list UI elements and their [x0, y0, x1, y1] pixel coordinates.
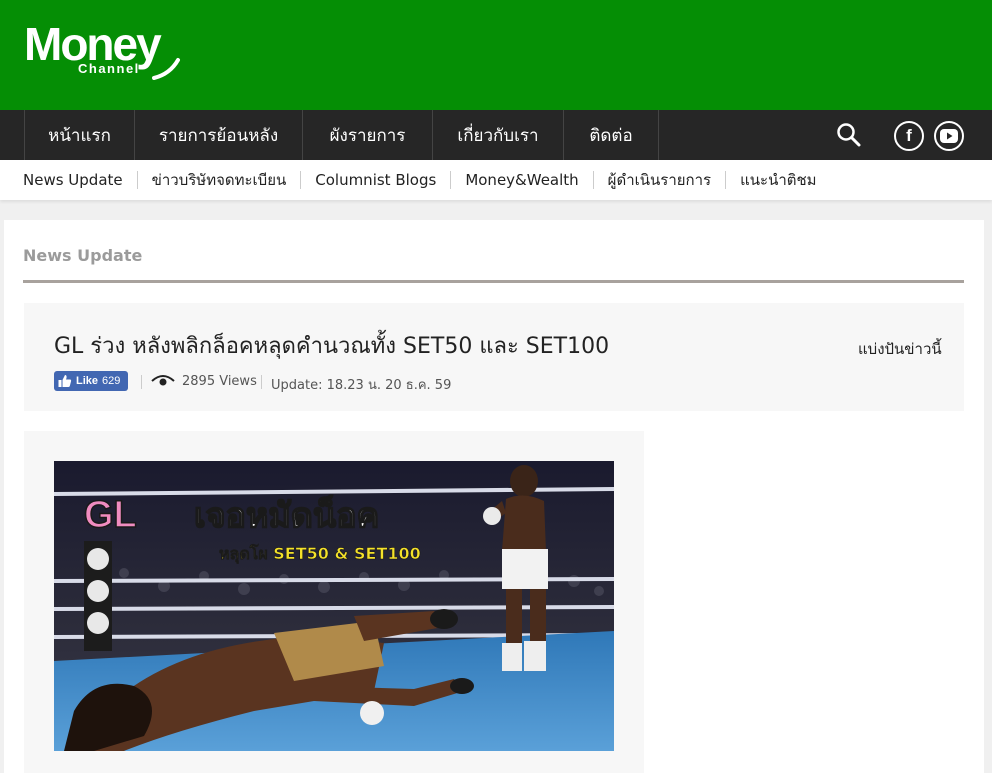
meta-separator	[141, 375, 142, 389]
meta-separator	[261, 375, 262, 389]
subnav-item-columnist-blogs[interactable]: Columnist Blogs	[300, 171, 450, 189]
site-logo[interactable]: Money Channel	[24, 20, 184, 82]
thumbs-up-icon	[58, 375, 72, 387]
subnav-item-hosts[interactable]: ผู้ดำเนินรายการ	[592, 171, 725, 189]
main-nav-items: หน้าแรก รายการย้อนหลัง ผังรายการ เกี่ยวก…	[24, 110, 659, 160]
subnav-item-listed-company-news[interactable]: ข่าวบริษัทจดทะเบียน	[136, 171, 301, 189]
article-image[interactable]: GL เจอหมัดน็อค หลุดโผ SET50 & SET100	[54, 461, 614, 751]
image-headline-pink: GL	[84, 494, 137, 536]
section-divider	[23, 280, 964, 283]
youtube-play-icon	[940, 129, 958, 143]
article-title: GL ร่วง หลังพลิกล็อคหลุดคำนวณทั้ง SET50 …	[54, 334, 610, 359]
image-headline-white: เจอหมัดน็อค	[194, 494, 379, 536]
eye-icon	[151, 375, 175, 386]
view-count: 2895 Views	[182, 374, 257, 389]
sub-nav: News Update ข่าวบริษัทจดทะเบียน Columnis…	[0, 160, 992, 200]
nav-item-about[interactable]: เกี่ยวกับเรา	[433, 110, 564, 160]
share-button[interactable]: แบ่งปันข่าวนี้	[858, 337, 942, 361]
facebook-icon[interactable]: f	[894, 121, 924, 151]
search-icon[interactable]	[836, 122, 862, 148]
image-subheadline: หลุดโผ SET50 & SET100	[219, 543, 421, 564]
like-count: 629	[102, 375, 121, 387]
nav-item-past-programs[interactable]: รายการย้อนหลัง	[135, 110, 303, 160]
nav-item-home[interactable]: หน้าแรก	[25, 110, 135, 160]
nav-item-contact[interactable]: ติดต่อ	[564, 110, 659, 160]
sub-nav-items: News Update ข่าวบริษัทจดทะเบียน Columnis…	[23, 160, 831, 200]
nav-item-schedule[interactable]: ผังรายการ	[303, 110, 433, 160]
logo-sub-text: Channel	[78, 61, 140, 76]
like-label: Like	[76, 375, 99, 387]
subnav-item-news-update[interactable]: News Update	[23, 171, 137, 189]
subnav-item-money-wealth[interactable]: Money&Wealth	[450, 171, 592, 189]
facebook-like-button[interactable]: Like 629	[54, 371, 128, 391]
subnav-item-feedback[interactable]: แนะนำติชม	[725, 171, 830, 189]
section-title: News Update	[23, 246, 143, 265]
boxing-scene-image: GL เจอหมัดน็อค หลุดโผ SET50 & SET100	[54, 461, 614, 751]
logo-swoosh-icon	[152, 58, 180, 80]
update-timestamp: Update: 18.23 น. 20 ธ.ค. 59	[271, 378, 452, 393]
youtube-icon[interactable]	[934, 121, 964, 151]
